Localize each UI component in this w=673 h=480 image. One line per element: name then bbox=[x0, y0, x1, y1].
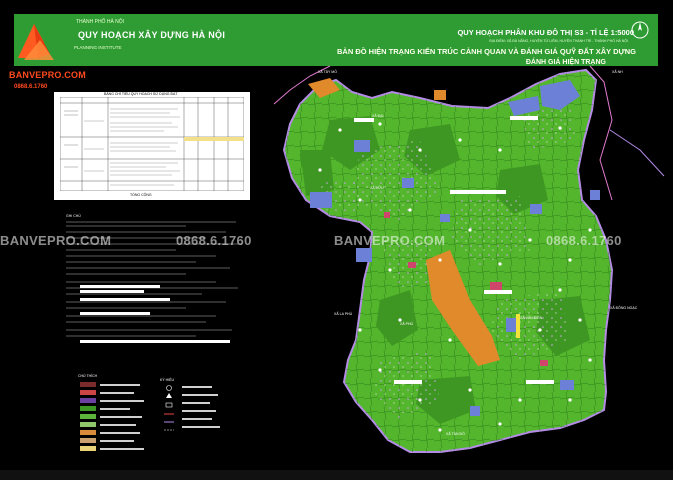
map-label: XÃ PHÚ bbox=[400, 322, 414, 326]
river-edge bbox=[609, 129, 665, 177]
map-label: XÃ ĐÔNG NGẠC bbox=[610, 306, 638, 310]
orange-zone-small bbox=[434, 90, 446, 100]
map-label: XÃ HỮU bbox=[370, 186, 384, 190]
watermark-phone: 0868.6.1760 bbox=[546, 233, 622, 248]
watermark-brand: BANVEPRO.COM bbox=[334, 233, 446, 248]
cad-drawing-canvas[interactable]: THÀNH PHỐ HÀ NỘI QUY HOẠCH XÂY DỰNG HÀ N… bbox=[0, 0, 673, 480]
map-label: XÃ VĂN ĐIỂN bbox=[520, 316, 543, 320]
map-label: XÃ TÂY MỖ bbox=[318, 70, 337, 74]
map-label: XÃ NH bbox=[612, 70, 623, 74]
cad-status-bar bbox=[0, 470, 673, 480]
watermark-phone: 0868.6.1760 bbox=[176, 233, 252, 248]
map-label: XÃ TÂN ĐỒ bbox=[446, 432, 465, 436]
map-label: XÃ ĐẠI bbox=[372, 114, 384, 118]
map-label: XÃ LA PHÙ bbox=[334, 312, 353, 316]
watermark-brand: BANVEPRO.COM bbox=[0, 233, 112, 248]
